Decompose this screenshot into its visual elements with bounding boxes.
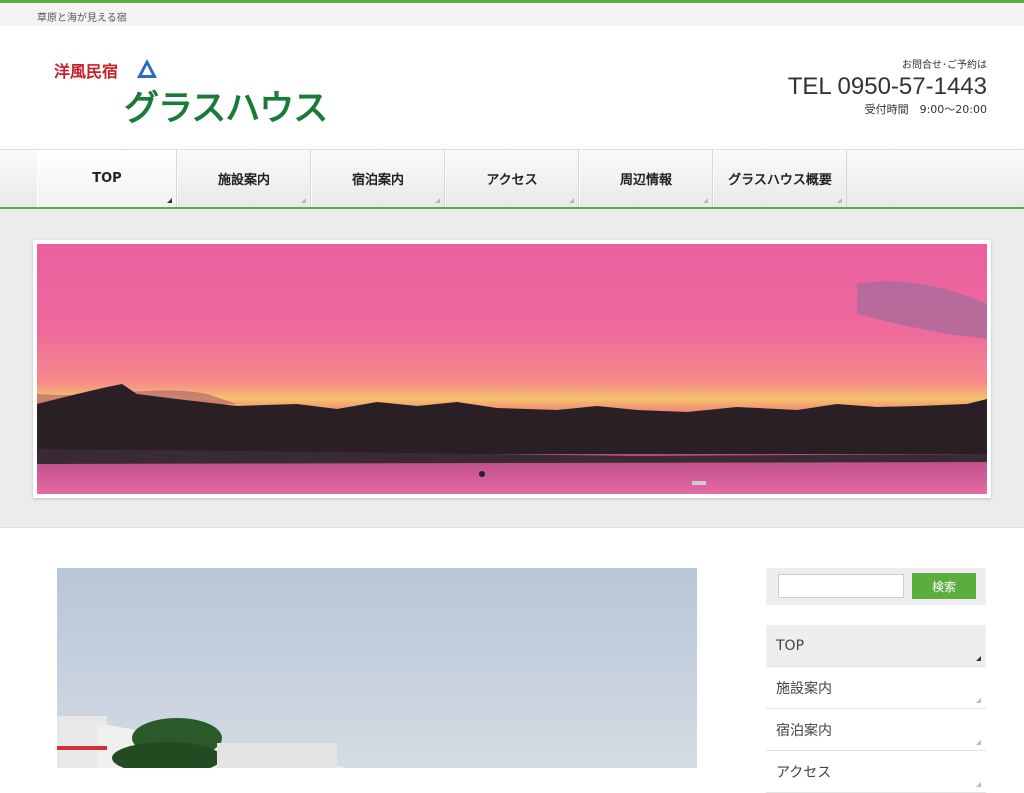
nav-item-access[interactable]: アクセス [445, 150, 579, 207]
nav-item-facilities[interactable]: 施設案内 [177, 150, 311, 207]
corner-arrow-icon [703, 198, 708, 203]
nav-item-label: TOP [92, 171, 122, 186]
corner-arrow-icon [976, 656, 981, 661]
contact-phone: TEL 0950-57-1443 [787, 73, 987, 100]
nav-item-label: 施設案内 [217, 173, 270, 188]
building-photo [57, 568, 697, 768]
nav-item-surroundings[interactable]: 周辺情報 [579, 150, 713, 207]
nav-item-lodging[interactable]: 宿泊案内 [311, 150, 445, 207]
sidebar-item-lodging[interactable]: 宿泊案内 [766, 709, 986, 751]
corner-arrow-icon [976, 740, 981, 745]
nav-item-top[interactable]: TOP [37, 150, 177, 207]
corner-arrow-icon [837, 198, 842, 203]
logo-title: グラスハウス [124, 89, 328, 129]
corner-arrow-icon [167, 198, 172, 203]
site-header: 洋風民宿 グラスハウス お問合せ･ご予約は TEL 0950-57-1443 受… [0, 26, 1024, 149]
search-input[interactable] [778, 574, 904, 598]
building-photo-image [57, 568, 697, 768]
sidebar-item-label: アクセス [776, 764, 832, 781]
logo-subtitle: 洋風民宿 [54, 62, 119, 81]
nav-item-label: 周辺情報 [619, 173, 672, 188]
hostel-mark-icon [137, 59, 157, 78]
corner-arrow-icon [435, 198, 440, 203]
site-tagline: 草原と海が見える宿 [37, 13, 127, 24]
nav-item-label: 宿泊案内 [351, 173, 404, 188]
search-widget: 検索 [766, 568, 986, 605]
contact-info: お問合せ･ご予約は TEL 0950-57-1443 受付時間 9:00〜20:… [788, 56, 987, 117]
sunset-hero-image [37, 244, 987, 494]
sidebar-item-top[interactable]: TOP [766, 625, 986, 667]
contact-hours: 受付時間 9:00〜20:00 [864, 103, 987, 116]
hero-image-frame [33, 240, 991, 498]
corner-arrow-icon [976, 698, 981, 703]
main-nav: TOP 施設案内 宿泊案内 アクセス 周辺情報 グラスハウス概要 [0, 149, 1024, 210]
corner-arrow-icon [301, 198, 306, 203]
top-bar: 草原と海が見える宿 [0, 0, 1024, 26]
corner-arrow-icon [976, 782, 981, 787]
sidebar-item-label: TOP [776, 637, 805, 654]
nav-item-label: アクセス [486, 173, 538, 188]
sidebar-item-access[interactable]: アクセス [766, 751, 986, 793]
nav-item-about[interactable]: グラスハウス概要 [713, 150, 847, 207]
sidebar-item-facilities[interactable]: 施設案内 [766, 667, 986, 709]
corner-arrow-icon [569, 198, 574, 203]
search-button[interactable]: 検索 [912, 573, 976, 599]
hero-section [0, 209, 1024, 528]
contact-label: お問合せ･ご予約は [902, 60, 987, 71]
sidebar: 検索 TOP 施設案内 宿泊案内 アクセス [766, 568, 986, 793]
sidebar-item-label: 宿泊案内 [776, 722, 832, 739]
nav-item-label: グラスハウス概要 [728, 173, 832, 188]
sidebar-item-label: 施設案内 [776, 680, 832, 697]
